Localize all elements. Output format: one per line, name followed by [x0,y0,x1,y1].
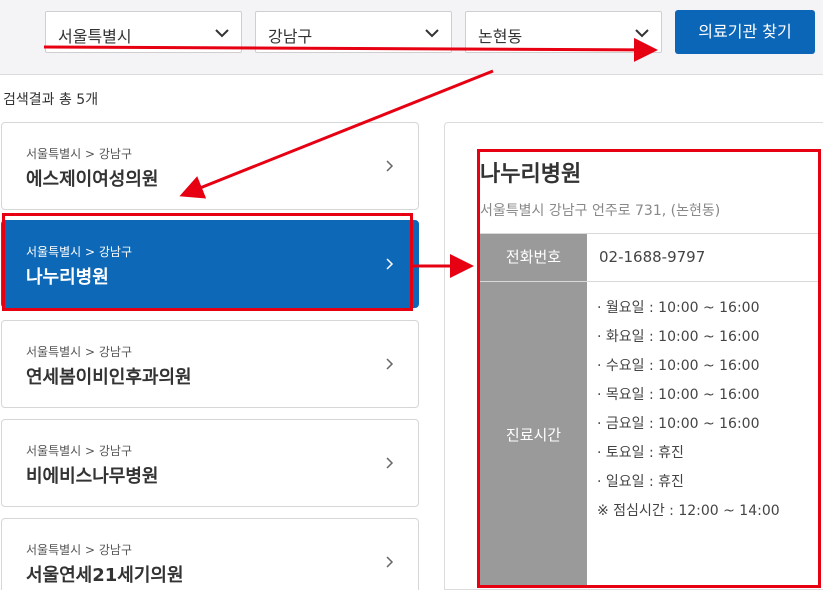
chevron-right-icon [386,457,394,469]
sido-select-value: 서울특별시 [58,27,132,46]
list-item-path: 서울특별시 > 강남구 [26,444,133,458]
list-item[interactable]: 서울특별시 > 강남구 비에비스나무병원 [1,419,419,507]
sigungu-select-value: 강남구 [268,27,313,46]
dong-select[interactable]: 논현동 [465,11,662,53]
find-hospital-button[interactable]: 의료기관 찾기 [675,10,815,54]
list-item-name: 에스제이여성의원 [26,169,159,190]
list-item-path: 서울특별시 > 강남구 [26,345,133,359]
list-item[interactable]: 서울특별시 > 강남구 서울연세21세기의원 [1,518,419,590]
chevron-right-icon [386,358,394,370]
find-hospital-button-label: 의료기관 찾기 [698,22,792,41]
list-item-path: 서울특별시 > 강남구 [26,543,133,557]
chevron-down-icon [635,29,649,38]
list-item-name: 비에비스나무병원 [26,466,159,487]
annotation-highlight-detail [477,149,821,588]
chevron-down-icon [425,29,439,38]
list-item[interactable]: 서울특별시 > 강남구 연세봄이비인후과의원 [1,320,419,408]
list-item[interactable]: 서울특별시 > 강남구 에스제이여성의원 [1,122,419,210]
result-count: 검색결과 총 5개 [3,92,99,108]
sido-select[interactable]: 서울특별시 [45,11,242,53]
chevron-down-icon [215,29,229,38]
list-item-path: 서울특별시 > 강남구 [26,147,133,161]
chevron-right-icon [386,160,394,172]
search-bar: 서울특별시 강남구 논현동 의료기관 찾기 [0,0,823,75]
dong-select-value: 논현동 [478,27,523,46]
list-item-name: 서울연세21세기의원 [26,565,184,586]
chevron-right-icon [386,556,394,568]
annotation-highlight-selected [2,213,413,311]
list-item-name: 연세봄이비인후과의원 [26,367,192,388]
sigungu-select[interactable]: 강남구 [255,11,452,53]
